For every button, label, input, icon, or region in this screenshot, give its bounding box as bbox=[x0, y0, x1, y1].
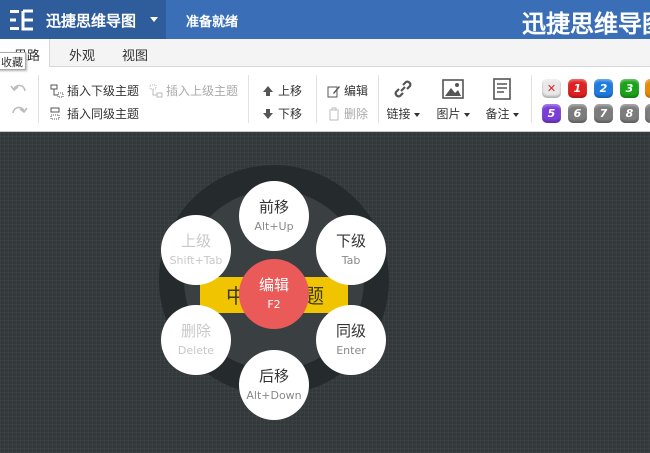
priority-9-icon[interactable] bbox=[645, 104, 650, 123]
chevron-down-icon bbox=[463, 112, 470, 117]
radial-edit-shortcut: F2 bbox=[267, 298, 281, 311]
note-label: 备注 bbox=[485, 107, 510, 121]
tab-view[interactable]: 视图 bbox=[122, 45, 148, 64]
priority-5-icon[interactable]: 5 bbox=[542, 104, 561, 123]
insert-child-icon bbox=[50, 84, 64, 97]
trash-icon bbox=[329, 107, 339, 120]
tab-bar: 思路 外观 视图 bbox=[0, 39, 650, 67]
title-bar: 迅捷思维导图 准备就绪 迅捷思维导图 bbox=[0, 0, 650, 39]
radial-parent-label: 上级 bbox=[180, 232, 211, 250]
insert-sibling-icon bbox=[50, 107, 60, 119]
link-icon bbox=[394, 80, 412, 98]
status-text: 准备就绪 bbox=[186, 15, 239, 30]
priority-7-icon[interactable]: 7 bbox=[594, 104, 613, 123]
move-down-button[interactable]: 下移 bbox=[261, 105, 302, 122]
radial-backward-shortcut: Alt+Down bbox=[246, 389, 302, 402]
note-button[interactable]: 备注 bbox=[480, 77, 524, 125]
priority-4-icon[interactable] bbox=[645, 79, 650, 98]
toolbar-divider bbox=[316, 75, 317, 123]
pencil-icon bbox=[327, 85, 340, 97]
chevron-down-icon bbox=[150, 17, 158, 22]
tab-appearance[interactable]: 外观 bbox=[69, 45, 95, 64]
radial-backward-label: 后移 bbox=[258, 367, 289, 385]
insert-parent-label: 插入上级主题 bbox=[166, 84, 239, 98]
toolbar-divider bbox=[378, 75, 379, 123]
priority-2-icon[interactable]: 2 bbox=[594, 79, 613, 98]
insert-parent-icon bbox=[149, 84, 163, 97]
insert-child-button[interactable]: 插入下级主题 bbox=[50, 82, 139, 99]
radial-parent-shortcut: Shift+Tab bbox=[169, 254, 223, 267]
tooltip: 收藏 bbox=[0, 52, 26, 70]
app-menu-button[interactable]: 迅捷思维导图 bbox=[0, 0, 166, 39]
chevron-down-icon bbox=[413, 112, 420, 117]
edit-label: 编辑 bbox=[344, 84, 369, 98]
radial-edit-button[interactable]: 编辑 F2 bbox=[239, 259, 309, 329]
toolbar-divider bbox=[531, 75, 532, 123]
delete-button[interactable]: 删除 bbox=[327, 105, 368, 122]
app-name: 迅捷思维导图 bbox=[46, 12, 137, 30]
image-button[interactable]: 图片 bbox=[431, 77, 475, 125]
edit-button[interactable]: 编辑 bbox=[327, 82, 368, 99]
toolbar-divider bbox=[248, 75, 249, 123]
priority-3-icon[interactable]: 3 bbox=[620, 79, 639, 98]
priority-clear-icon[interactable]: ✕ bbox=[542, 79, 561, 98]
radial-parent-button[interactable]: 上级 Shift+Tab bbox=[161, 215, 231, 285]
radial-child-label: 下级 bbox=[335, 232, 366, 250]
radial-sibling-shortcut: Enter bbox=[336, 344, 366, 357]
radial-delete-button[interactable]: 删除 Delete bbox=[161, 305, 231, 375]
radial-delete-shortcut: Delete bbox=[177, 344, 215, 357]
radial-forward-label: 前移 bbox=[258, 198, 289, 216]
insert-child-label: 插入下级主题 bbox=[67, 84, 140, 98]
priority-6-icon[interactable]: 6 bbox=[568, 104, 587, 123]
radial-delete-label: 删除 bbox=[180, 322, 211, 340]
link-button[interactable]: 链接 bbox=[381, 77, 425, 125]
radial-backward-button[interactable]: 后移 Alt+Down bbox=[239, 350, 309, 420]
insert-sibling-button[interactable]: 插入同级主题 bbox=[50, 105, 139, 122]
radial-forward-button[interactable]: 前移 Alt+Up bbox=[239, 181, 309, 251]
radial-sibling-label: 同级 bbox=[335, 322, 366, 340]
arrow-down-icon bbox=[263, 108, 273, 119]
radial-forward-shortcut: Alt+Up bbox=[254, 220, 294, 233]
image-label: 图片 bbox=[436, 107, 461, 121]
priority-8-icon[interactable]: 8 bbox=[620, 104, 639, 123]
radial-sibling-button[interactable]: 同级 Enter bbox=[316, 305, 386, 375]
chevron-down-icon bbox=[512, 112, 519, 117]
link-label: 链接 bbox=[386, 107, 411, 121]
radial-child-shortcut: Tab bbox=[341, 254, 361, 267]
insert-parent-button[interactable]: 插入上级主题 bbox=[149, 82, 238, 99]
radial-edit-label: 编辑 bbox=[258, 276, 289, 294]
toolbar-divider bbox=[38, 75, 39, 123]
app-logo-icon bbox=[10, 9, 33, 31]
priority-1-icon[interactable]: 1 bbox=[568, 79, 587, 98]
move-up-button[interactable]: 上移 bbox=[261, 82, 302, 99]
radial-child-button[interactable]: 下级 Tab bbox=[316, 215, 386, 285]
document-title: 迅捷思维导图 bbox=[522, 10, 650, 38]
note-icon bbox=[493, 78, 511, 100]
undo-icon[interactable] bbox=[10, 81, 28, 99]
insert-sibling-label: 插入同级主题 bbox=[67, 107, 140, 121]
image-icon bbox=[442, 79, 464, 99]
toolbar: 插入下级主题 插入上级主题 插入同级主题 上移 下移 编辑 删除 链接 图片 备… bbox=[0, 67, 650, 132]
redo-icon[interactable] bbox=[10, 103, 28, 121]
move-down-label: 下移 bbox=[278, 107, 303, 121]
arrow-up-icon bbox=[263, 85, 273, 96]
delete-label: 删除 bbox=[344, 107, 369, 121]
move-up-label: 上移 bbox=[278, 84, 303, 98]
